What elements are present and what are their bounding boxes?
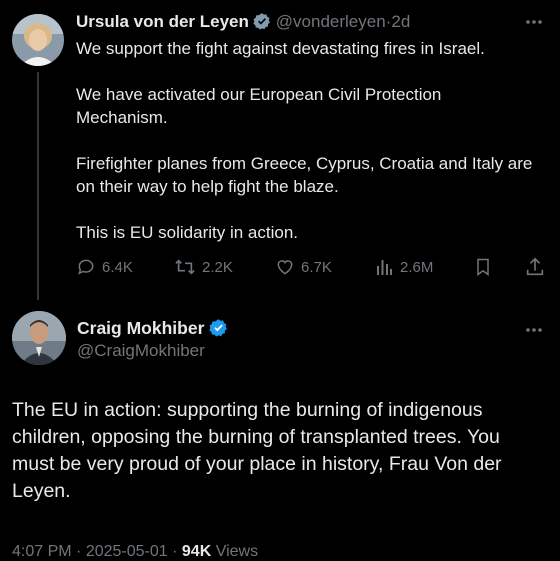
thread-connector-line [37, 72, 39, 300]
author-handle[interactable]: @vonderleyen [276, 12, 386, 31]
views-label: Views [215, 543, 259, 560]
tweet-paragraph: This is EU solidarity in action. [76, 223, 299, 242]
analytics-bars-icon [374, 257, 394, 277]
reply-count: 6.4K [102, 258, 133, 276]
reply-author-name[interactable]: Craig Mokhiber [77, 318, 204, 338]
blue-verified-badge-icon [209, 318, 228, 342]
meta-separator: · [172, 543, 178, 560]
reply-meta: 4:07 PM · 2025-05-01 · 94K Views [12, 543, 258, 561]
meta-separator: · [76, 543, 82, 560]
like-count: 6.7K [301, 258, 332, 276]
reply-author-line: Craig Mokhiber [77, 318, 228, 342]
heart-icon [275, 257, 295, 277]
tweet-body: We support the fight against devastating… [76, 37, 552, 244]
like-action[interactable]: 6.7K [275, 257, 332, 277]
gray-verified-badge-icon [253, 12, 271, 35]
views-count: 2.6M [400, 258, 434, 276]
reply-author-handle[interactable]: @CraigMokhiber [77, 341, 205, 361]
post-time[interactable]: 4:07 PM [12, 543, 72, 560]
tweet-header: Ursula von der Leyen @vonderleyen·2d [76, 12, 410, 35]
repost-icon [174, 257, 196, 277]
time-ago[interactable]: 2d [391, 12, 410, 31]
author-name[interactable]: Ursula von der Leyen [76, 12, 249, 31]
more-options-icon[interactable] [524, 12, 544, 37]
bookmark-icon[interactable] [473, 257, 493, 282]
repost-count: 2.2K [202, 258, 233, 276]
reply-icon [76, 257, 96, 277]
avatar-vonderleyen[interactable] [12, 14, 64, 66]
avatar-craigmokhiber[interactable] [12, 311, 66, 365]
views-total: 94K [181, 543, 212, 560]
tweet-paragraph: We have activated our European Civil Pro… [76, 85, 442, 127]
share-icon[interactable] [524, 256, 546, 283]
repost-action[interactable]: 2.2K [174, 257, 233, 277]
post-date[interactable]: 2025-05-01 [86, 543, 168, 560]
reply-body: The EU in action: supporting the burning… [12, 399, 502, 502]
reply-more-options-icon[interactable] [524, 320, 544, 345]
tweet-paragraph: Firefighter planes from Greece, Cyprus, … [76, 154, 533, 196]
views-action[interactable]: 2.6M [374, 257, 433, 277]
tweet-paragraph: We support the fight against devastating… [76, 39, 485, 58]
reply-action[interactable]: 6.4K [76, 257, 133, 277]
